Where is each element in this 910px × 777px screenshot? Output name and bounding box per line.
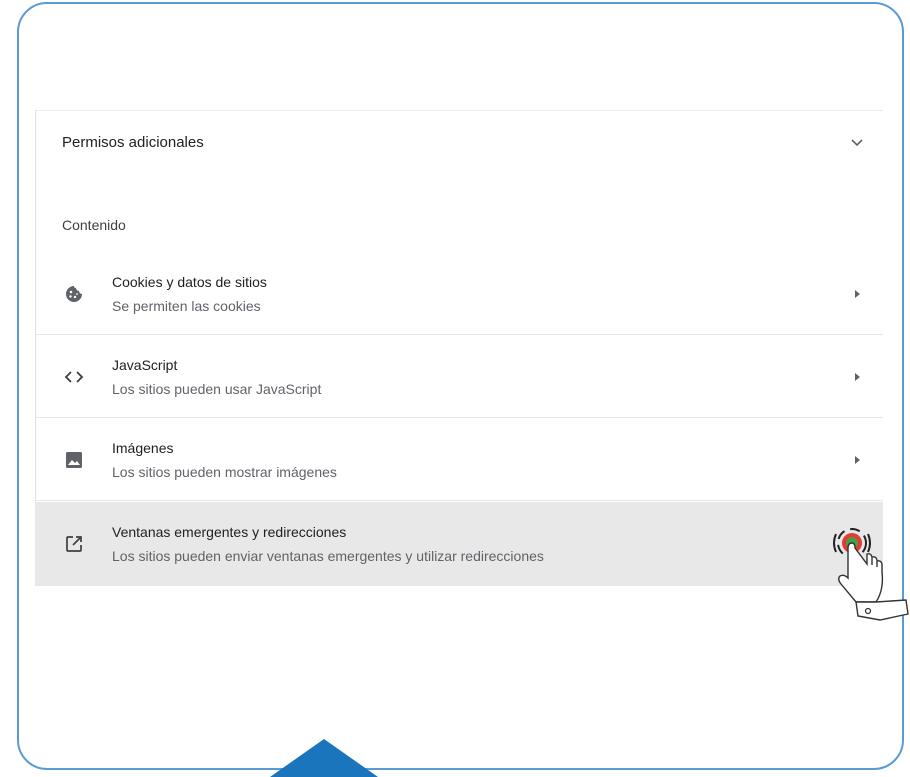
settings-row-javascript[interactable]: JavaScript Los sitios pueden usar JavaSc… — [35, 336, 883, 418]
image-icon — [62, 448, 86, 472]
settings-row-title: Cookies y datos de sitios — [112, 273, 267, 290]
settings-panel: Permisos adicionales Contenido Cookies y… — [35, 110, 883, 586]
settings-row-title: Imágenes — [112, 439, 174, 456]
settings-row-subtitle: Los sitios pueden enviar ventanas emerge… — [112, 548, 544, 564]
settings-row-subtitle: Se permiten las cookies — [112, 297, 261, 314]
click-pointer-hand-icon — [826, 520, 910, 630]
settings-row-title: Ventanas emergentes y redirecciones — [112, 524, 347, 540]
settings-row-text: Imágenes Los sitios pueden mostrar imáge… — [112, 438, 849, 482]
settings-row-text: Ventanas emergentes y redirecciones Los … — [112, 522, 865, 566]
settings-row-subtitle: Los sitios pueden mostrar imágenes — [112, 463, 337, 480]
settings-row-text: JavaScript Los sitios pueden usar JavaSc… — [112, 355, 849, 399]
settings-row-text: Cookies y datos de sitios Se permiten la… — [112, 272, 849, 316]
settings-row-popups[interactable]: Ventanas emergentes y redirecciones Los … — [35, 502, 883, 586]
settings-row-title: JavaScript — [112, 356, 178, 373]
settings-row-subtitle: Los sitios pueden usar JavaScript — [112, 380, 322, 397]
settings-row-cookies[interactable]: Cookies y datos de sitios Se permiten la… — [35, 253, 883, 335]
additional-permissions-header[interactable]: Permisos adicionales — [35, 111, 883, 173]
arrow-right-icon[interactable] — [849, 452, 865, 468]
bottom-pointer-triangle — [270, 739, 378, 777]
arrow-right-icon[interactable] — [849, 369, 865, 385]
arrow-right-icon[interactable] — [849, 286, 865, 302]
content-group-title: Contenido — [62, 217, 126, 233]
settings-row-images[interactable]: Imágenes Los sitios pueden mostrar imáge… — [35, 419, 883, 501]
cookie-icon — [62, 282, 86, 306]
code-icon — [62, 365, 86, 389]
open-in-new-icon — [62, 532, 86, 556]
chevron-down-icon[interactable] — [849, 134, 865, 150]
additional-permissions-label: Permisos adicionales — [62, 133, 204, 151]
